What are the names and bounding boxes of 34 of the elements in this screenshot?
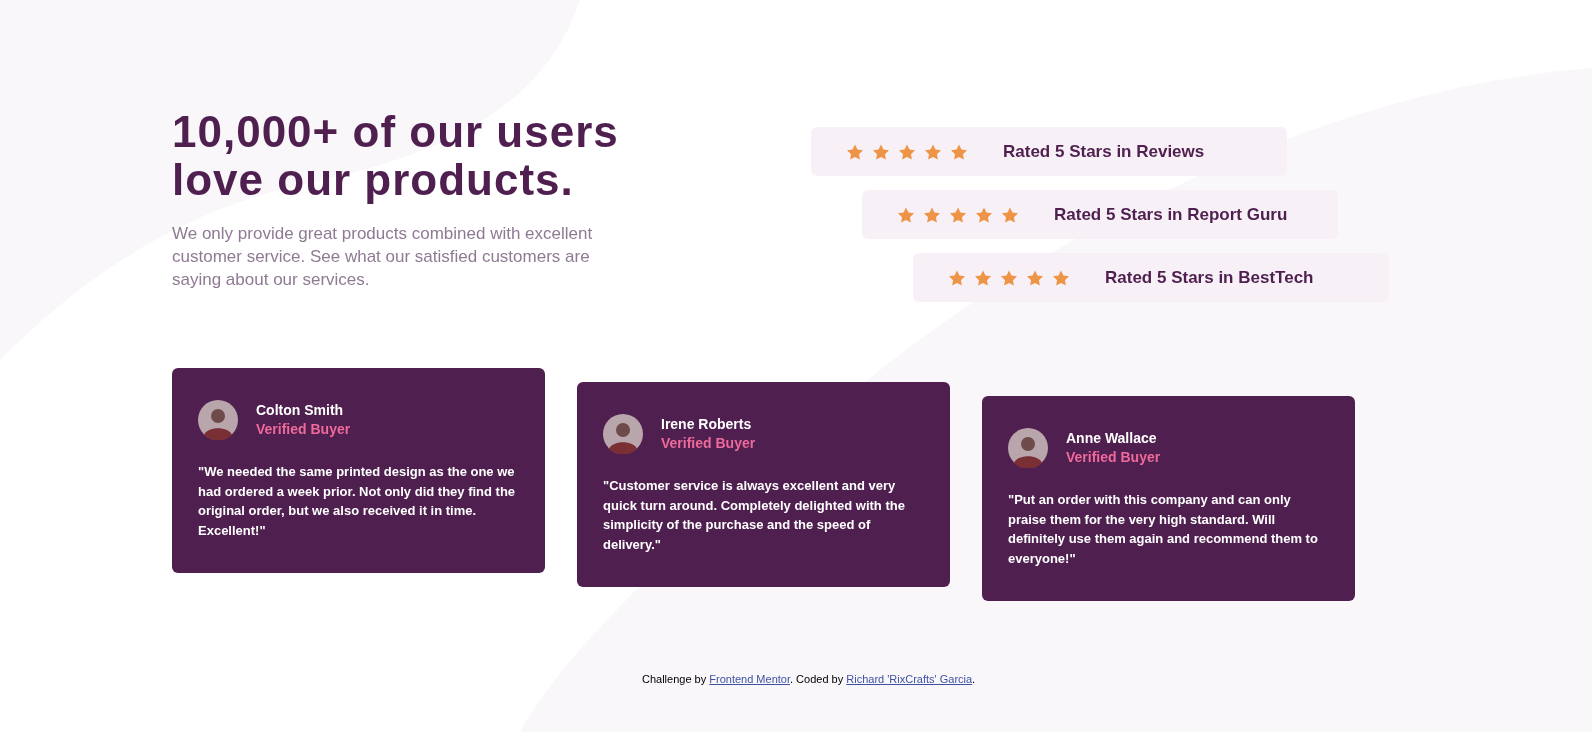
star-icon <box>898 206 914 223</box>
star-icon <box>873 143 889 160</box>
star-icon <box>975 269 991 286</box>
star-icon <box>1001 269 1017 286</box>
avatar-icon <box>1008 428 1048 468</box>
star-icon <box>899 143 915 160</box>
rating-label: Rated 5 Stars in Report Guru <box>1054 203 1288 226</box>
avatar-icon <box>603 414 643 454</box>
customer-name: Colton Smith <box>256 401 345 420</box>
star-icon <box>924 206 940 223</box>
customer-name: Anne Wallace <box>1066 429 1158 448</box>
star-icon <box>925 143 941 160</box>
testimonial-quote: "Customer service is always excellent and very quick turn around. Completely delighted with the simplicity of the purchase and the speed of delivery." <box>603 477 906 554</box>
footer-credit: Challenge by Frontend Mentor. Coded by Richard 'RixCrafts' Garcia. <box>642 672 977 687</box>
rating-label: Rated 5 Stars in Reviews <box>1003 140 1205 163</box>
credit-link[interactable]: Frontend Mentor <box>709 673 790 685</box>
star-icon <box>949 269 965 286</box>
star-icon <box>951 143 967 160</box>
intro-text: We only provide great products combined with excellent customer service. See what our satisfied customers are saying about our services. <box>172 223 594 291</box>
star-icon <box>847 143 863 160</box>
star-icon <box>976 206 992 223</box>
verified-buyer-label: Verified Buyer <box>661 434 756 453</box>
heading: 10,000+ of our users love our products. <box>172 108 620 204</box>
verified-buyer-label: Verified Buyer <box>256 420 351 439</box>
rating-label: Rated 5 Stars in BestTech <box>1105 266 1314 289</box>
verified-buyer-label: Verified Buyer <box>1066 448 1161 467</box>
star-icon <box>1002 206 1018 223</box>
customer-name: Irene Roberts <box>661 415 753 434</box>
avatar-icon <box>198 400 238 440</box>
testimonial-quote: "Put an order with this company and can only praise them for the very high standard. Will definitely use them again and recommend them to everyone!" <box>1008 491 1319 568</box>
testimonial-quote: "We needed the same printed design as the one we had ordered a week prior. Not only did they find the original order, but we also received it in time. Excellent!" <box>198 463 517 540</box>
star-icon <box>1027 269 1043 286</box>
star-icon <box>1053 269 1069 286</box>
star-icon <box>950 206 966 223</box>
